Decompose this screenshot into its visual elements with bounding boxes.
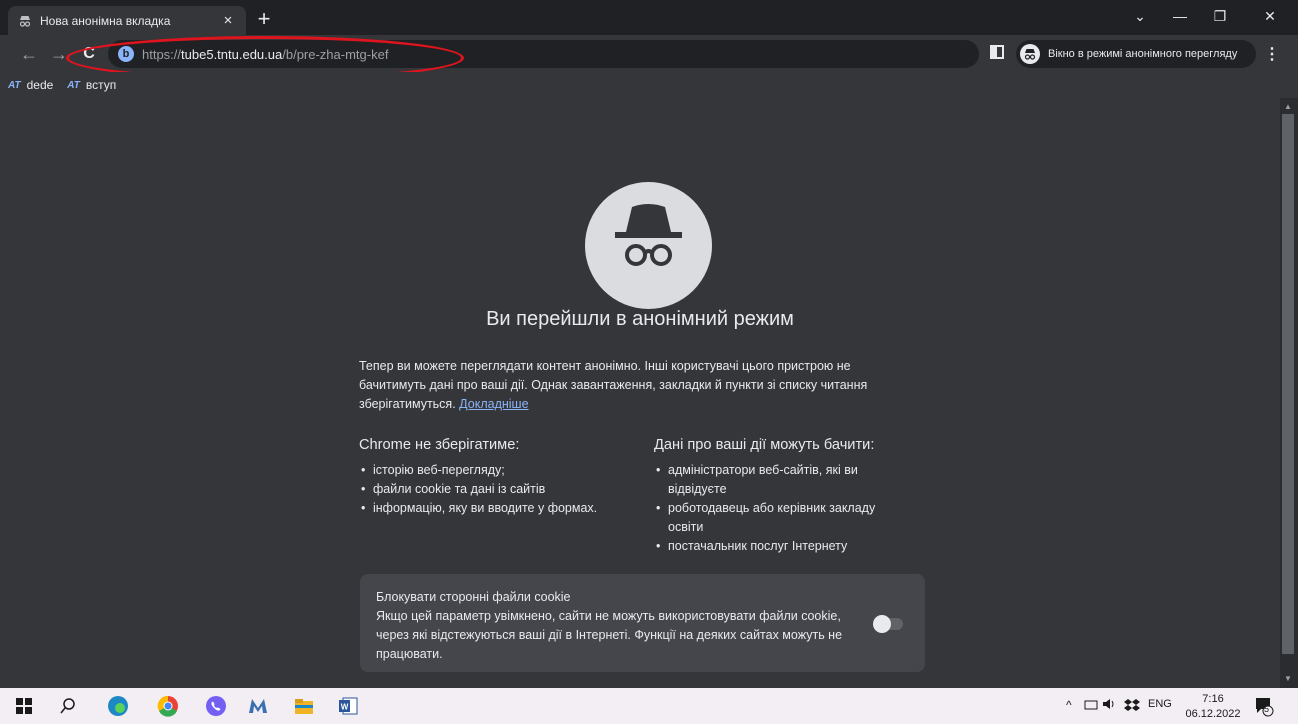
file-explorer-icon[interactable] (292, 694, 316, 718)
dropbox-icon[interactable] (1124, 698, 1140, 715)
chrome-icon[interactable] (156, 694, 180, 718)
minimize-button[interactable]: — (1160, 4, 1200, 28)
list-item: історію веб-перегляду; (359, 461, 629, 480)
new-tab-button[interactable]: + (252, 8, 276, 30)
chevron-up-icon[interactable]: ^ (1066, 698, 1072, 712)
toggle-knob (873, 615, 891, 633)
edge-icon[interactable] (106, 694, 130, 718)
tab-incognito[interactable]: Нова анонімна вкладка × (8, 6, 246, 35)
network-icon[interactable] (1084, 698, 1098, 713)
tab-title: Нова анонімна вкладка (40, 13, 171, 28)
bookmark-label: dede (26, 78, 54, 92)
page-title: Ви перейшли в анонімний режим (486, 308, 794, 330)
incognito-chip-label: Вікно в режимі анонімного перегляду (1048, 48, 1238, 60)
word-icon[interactable]: W (336, 694, 360, 718)
search-icon[interactable] (56, 694, 80, 718)
cookie-title: Блокувати сторонні файли cookie (376, 590, 571, 604)
m-app-icon[interactable] (246, 694, 270, 718)
site-info-icon[interactable]: b (118, 46, 134, 62)
tab-close-icon[interactable]: × (220, 12, 236, 29)
incognito-icon (1020, 44, 1040, 64)
list-item: адміністратори веб-сайтів, які ви відвід… (654, 461, 894, 499)
taskbar: W ^ ENG 7:16 06.12.2022 5 (0, 688, 1298, 724)
cookie-description: Якщо цей параметр увімкнено, сайти не мо… (376, 609, 843, 661)
visible-to-title: Дані про ваші дії можуть бачити: (654, 437, 875, 453)
cookie-toggle[interactable] (873, 615, 903, 633)
url-scheme: https:// (142, 46, 182, 62)
back-button[interactable]: ← (16, 41, 42, 67)
scrollbar[interactable]: ▲ ▼ (1280, 98, 1298, 688)
incognito-hero-icon (585, 182, 712, 309)
viber-icon[interactable] (204, 694, 228, 718)
learn-more-link[interactable]: Докладніше (459, 397, 528, 411)
bookmarks-bar: AT dede AT вступ (0, 72, 1298, 98)
list-item: файли cookie та дані із сайтів (359, 480, 629, 499)
windows-start-icon[interactable] (12, 694, 36, 718)
close-window-button[interactable]: ✕ (1250, 4, 1290, 28)
clock-date: 06.12.2022 (1185, 708, 1241, 720)
tab-strip: Нова анонімна вкладка × + ⌄ — ❐ ✕ (0, 0, 1298, 35)
url-host: tube5.tntu.edu.ua (181, 46, 283, 62)
speaker-icon[interactable] (1102, 698, 1118, 713)
url-path: /b/pre-zha-mtg-kef (282, 46, 389, 62)
menu-dots-icon[interactable]: ⋮ (1264, 44, 1280, 64)
not-saved-title: Chrome не зберігатиме: (359, 437, 520, 453)
list-item: роботодавець або керівник закладу освіти (654, 499, 894, 537)
side-panel-icon[interactable] (990, 45, 1004, 59)
incognito-indicator[interactable]: Вікно в режимі анонімного перегляду (1016, 40, 1256, 68)
scroll-down-icon[interactable]: ▼ (1284, 674, 1292, 683)
scroll-up-icon[interactable]: ▲ (1284, 102, 1292, 111)
svg-text:W: W (341, 703, 349, 712)
bookmark-item[interactable]: AT dede (8, 78, 53, 92)
intro-paragraph: Тепер ви можете переглядати контент анон… (359, 359, 868, 411)
not-saved-column: Chrome не зберігатиме: історію веб-перег… (359, 436, 629, 518)
notification-count: 5 (1264, 704, 1270, 714)
visible-to-column: Дані про ваші дії можуть бачити: адмініс… (654, 436, 914, 556)
clock-time: 7:16 (1202, 693, 1224, 705)
notification-icon[interactable]: 5 (1252, 694, 1276, 718)
reload-button[interactable]: C (76, 41, 102, 67)
forward-button[interactable]: → (46, 41, 72, 67)
clock[interactable]: 7:16 06.12.2022 (1185, 692, 1241, 722)
bookmark-favicon-icon: AT (8, 79, 21, 91)
bookmark-label: вступ (85, 78, 117, 92)
bookmark-favicon-icon: AT (67, 79, 80, 91)
incognito-icon (18, 14, 32, 28)
list-item: інформацію, яку ви вводите у формах. (359, 499, 629, 518)
address-bar[interactable]: b https://tube5.tntu.edu.ua/b/pre-zha-mt… (108, 40, 979, 68)
list-item: постачальник послуг Інтернету (654, 537, 914, 556)
scrollbar-thumb[interactable] (1282, 114, 1294, 654)
cookie-block-card: Блокувати сторонні файли cookie Якщо цей… (360, 574, 925, 672)
restore-button[interactable]: ❐ (1200, 4, 1240, 28)
bookmark-item[interactable]: AT вступ (67, 78, 116, 92)
language-indicator[interactable]: ENG (1148, 698, 1172, 710)
tab-search-icon[interactable]: ⌄ (1120, 4, 1160, 28)
intro-text: Тепер ви можете переглядати контент анон… (359, 357, 919, 414)
